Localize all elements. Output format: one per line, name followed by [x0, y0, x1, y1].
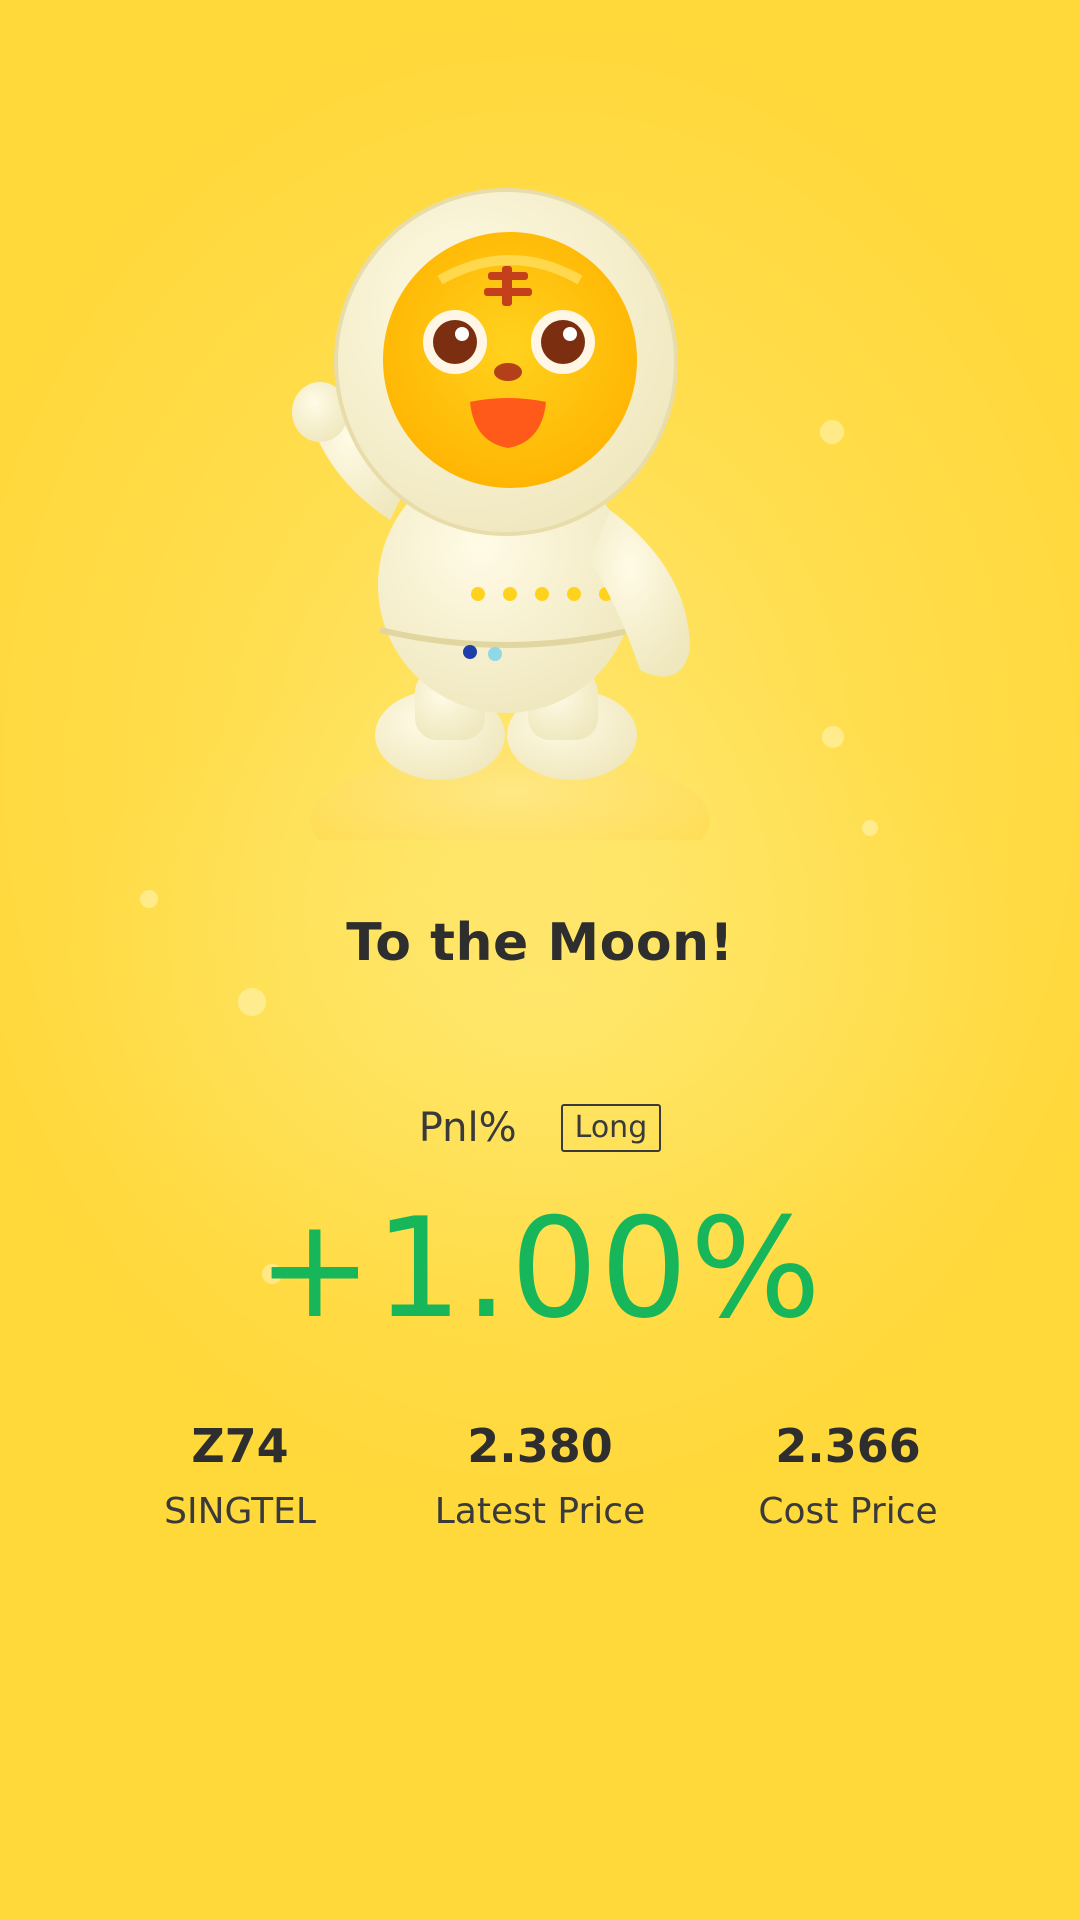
decorative-bubble — [140, 890, 158, 908]
latest-price-value: 2.380 — [467, 1419, 613, 1473]
tiger-astronaut-mascot-icon — [292, 188, 710, 840]
decorative-bubble — [238, 988, 266, 1016]
stat-latest-price: 2.380 Latest Price — [380, 1416, 700, 1534]
page-title: To the Moon! — [346, 913, 734, 973]
cost-price-label: Cost Price — [758, 1491, 938, 1532]
stat-stock: Z74 SINGTEL — [80, 1416, 400, 1534]
stat-cost-price: 2.366 Cost Price — [688, 1416, 1008, 1534]
latest-price-label: Latest Price — [434, 1491, 646, 1532]
decorative-bubble — [862, 820, 878, 836]
decorative-bubble — [822, 726, 844, 748]
stats-row: Z74 SINGTEL 2.380 Latest Price 2.366 Cos… — [0, 1416, 1080, 1556]
stock-name: SINGTEL — [164, 1491, 316, 1532]
position-badge: Long — [560, 1104, 662, 1152]
decorative-bubble — [820, 420, 844, 444]
stock-code: Z74 — [191, 1419, 289, 1473]
pnl-label: Pnl% — [418, 1105, 517, 1151]
cost-price-value: 2.366 — [775, 1419, 921, 1473]
pnl-value: +1.00% — [256, 1188, 824, 1349]
pnl-header: Pnl% Long — [0, 1100, 1080, 1156]
